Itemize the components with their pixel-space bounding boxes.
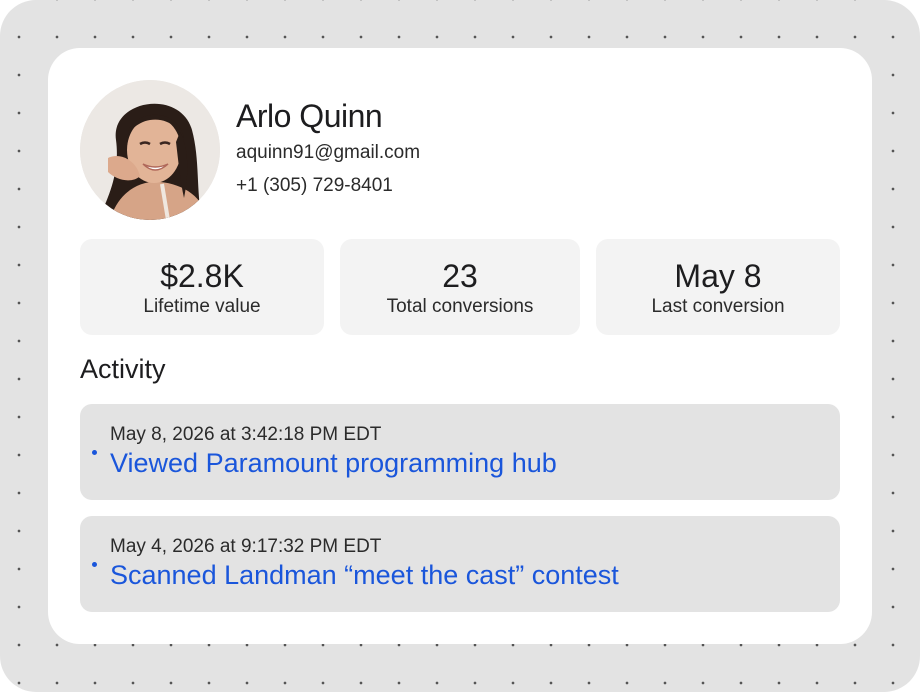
avatar: [80, 80, 220, 220]
bullet-icon: [92, 562, 97, 567]
activity-link[interactable]: Scanned Landman “meet the cast” contest: [110, 560, 619, 591]
profile-card: Arlo Quinn aquinn91@gmail.com +1 (305) 7…: [48, 48, 872, 644]
avatar-image: [80, 80, 220, 220]
stat-total-conversions: 23 Total conversions: [340, 239, 580, 335]
stat-label: Lifetime value: [143, 296, 261, 317]
stat-value: $2.8K: [160, 258, 244, 294]
profile-email: aquinn91@gmail.com: [236, 142, 421, 163]
profile-name: Arlo Quinn: [236, 98, 383, 134]
activity-timestamp: May 8, 2026 at 3:42:18 PM EDT: [110, 424, 382, 445]
activity-item: May 8, 2026 at 3:42:18 PM EDT Viewed Par…: [80, 404, 840, 500]
activity-timestamp: May 4, 2026 at 9:17:32 PM EDT: [110, 536, 382, 557]
page-background: Arlo Quinn aquinn91@gmail.com +1 (305) 7…: [0, 0, 920, 692]
stat-label: Last conversion: [651, 296, 785, 317]
stat-last-conversion: May 8 Last conversion: [596, 239, 840, 335]
profile-phone: +1 (305) 729-8401: [236, 175, 393, 196]
activity-item: May 4, 2026 at 9:17:32 PM EDT Scanned La…: [80, 516, 840, 612]
activity-heading: Activity: [80, 354, 166, 384]
stat-label: Total conversions: [386, 296, 534, 317]
stat-lifetime-value: $2.8K Lifetime value: [80, 239, 324, 335]
stat-value: May 8: [674, 258, 762, 294]
bullet-icon: [92, 450, 97, 455]
stat-value: 23: [442, 258, 478, 294]
activity-link[interactable]: Viewed Paramount programming hub: [110, 448, 557, 479]
